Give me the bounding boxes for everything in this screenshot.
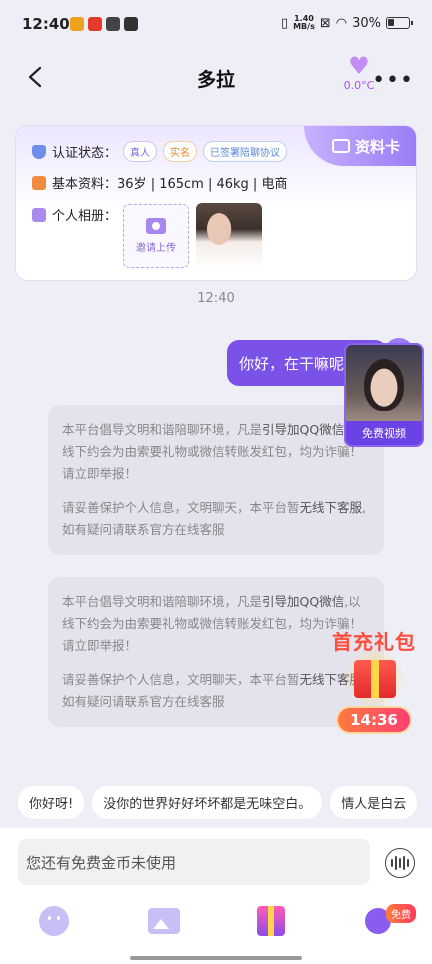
first-recharge-gift-overlay[interactable]: 首充礼包 14:36 — [328, 626, 420, 736]
real-person-badge: 真人 — [123, 141, 158, 162]
input-panel: 您还有免费金币未使用 — [0, 828, 432, 964]
invite-upload-button[interactable]: 邀请上传 — [123, 204, 189, 268]
message-input[interactable]: 您还有免费金币未使用 — [18, 839, 370, 885]
real-name-badge: 实名 — [163, 141, 198, 162]
system-notice: 本平台倡导文明和谐陪聊环境，凡是引导加QQ微信,以线下约会为由索要礼物或微信转账… — [48, 405, 384, 555]
status-right: ▯ 1.40 MB/s ⊠ ◠ 30% — [280, 14, 413, 31]
news-app-icon — [88, 17, 102, 31]
gift-box-icon — [354, 660, 396, 698]
notification-icons — [70, 17, 138, 31]
video-preview — [364, 359, 404, 411]
verify-label: 认证状态： — [52, 146, 118, 161]
verify-row: 认证状态： 真人 实名 已签署陪聊协议 — [32, 141, 288, 162]
vibrate-icon: ▯ — [280, 15, 289, 31]
profile-card-tag[interactable]: 资料卡 — [304, 126, 416, 166]
weibo-icon — [70, 17, 84, 31]
net-speed: 1.40 MB/s — [293, 14, 315, 31]
emoji-icon[interactable] — [39, 906, 69, 936]
gift-countdown: 14:36 — [336, 706, 412, 734]
agreement-badge: 已签署陪聊协议 — [203, 141, 288, 162]
status-bar: 12:40 ▯ 1.40 MB/s ⊠ ◠ 30% — [0, 0, 432, 50]
album-row: 个人相册： — [32, 205, 117, 224]
album-label: 个人相册： — [52, 209, 118, 224]
voice-input-icon[interactable] — [385, 848, 415, 878]
status-time: 12:40 — [22, 15, 70, 33]
album-photo[interactable] — [196, 203, 262, 268]
home-indicator[interactable] — [130, 956, 302, 960]
free-video-label: 免费视频 — [346, 421, 422, 445]
basic-label: 基本资料： — [52, 177, 118, 192]
chat-header: 多拉 ♥ 0.0°C ••• — [0, 50, 432, 108]
battery-icon — [386, 17, 413, 29]
quick-reply-chip[interactable]: 你好呀! — [18, 786, 85, 819]
free-video-overlay[interactable]: 免费视频 — [344, 343, 424, 447]
camera-icon — [146, 218, 166, 234]
free-badge: 免费 — [386, 904, 416, 923]
document-icon — [32, 175, 46, 190]
id-card-icon — [331, 139, 350, 153]
wifi-icon: ◠ — [335, 15, 348, 31]
more-options-icon[interactable]: ••• — [372, 68, 414, 93]
image-icon[interactable] — [148, 908, 180, 934]
no-sim-icon: ⊠ — [319, 15, 331, 31]
quick-reply-chip[interactable]: 没你的世界好好坏坏都是无味空白。 — [92, 786, 323, 819]
app-notification-icon — [106, 17, 120, 31]
quick-reply-chip[interactable]: 情人是白云 — [330, 786, 418, 819]
shield-icon — [32, 144, 46, 159]
profile-card[interactable]: 资料卡 认证状态： 真人 实名 已签署陪聊协议 基本资料： 36岁 | 165c… — [15, 125, 417, 281]
album-icon — [32, 207, 46, 222]
gift-icon[interactable] — [257, 906, 285, 936]
message-notification-icon — [124, 17, 138, 31]
basic-info-row: 基本资料： 36岁 | 165cm | 46kg | 电商 — [32, 173, 287, 192]
basic-value: 36岁 | 165cm | 46kg | 电商 — [117, 177, 288, 192]
quick-replies: 你好呀! 没你的世界好好坏坏都是无味空白。 情人是白云 — [18, 786, 418, 819]
chat-timestamp: 12:40 — [197, 291, 235, 306]
battery-percent: 30% — [352, 15, 381, 31]
